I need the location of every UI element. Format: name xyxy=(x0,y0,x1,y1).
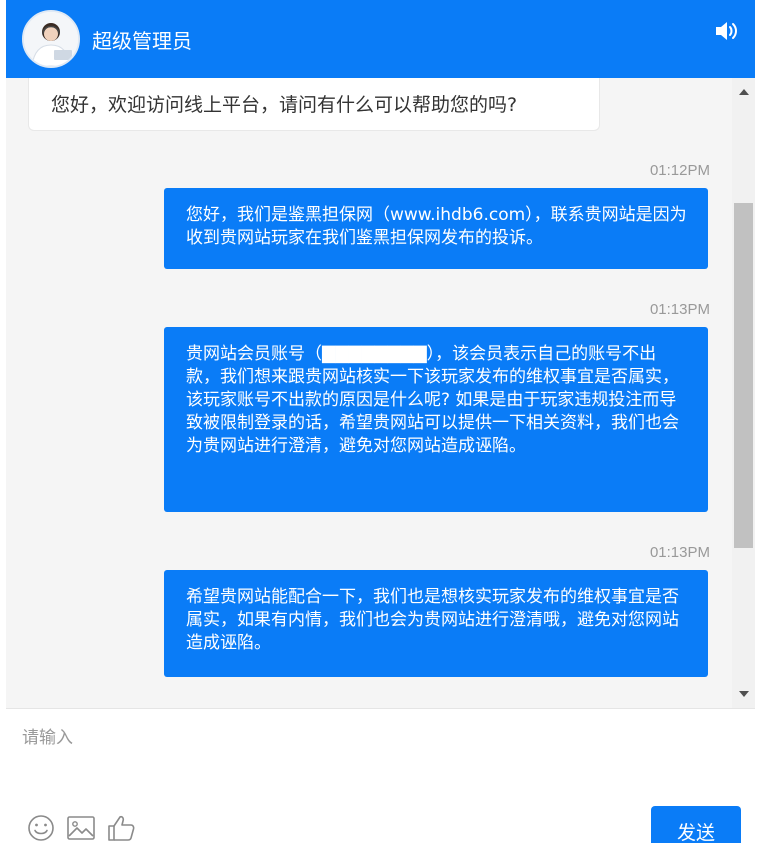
user-message-text: 希望贵网站能配合一下，我们也是想核实玩家发布的维权事宜是否属实，如果有内情，我们… xyxy=(186,587,679,653)
user-message: 贵网站会员账号（▇▇▇▇▇▇▇▇），该会员表示自己的账号不出款，我们想来跟贵网站… xyxy=(164,327,708,512)
window-right-edge xyxy=(755,0,766,843)
image-icon[interactable] xyxy=(66,813,96,843)
message-list[interactable]: 您好，欢迎访问线上平台，请问有什么可以帮助您的吗? 01:12PM 您好，我们是… xyxy=(6,78,755,708)
user-message: 您好，我们是鉴黑担保网（www.ihdb6.com），联系贵网站是因为收到贵网站… xyxy=(164,188,708,269)
emoji-icon[interactable] xyxy=(26,813,56,843)
chat-scrollbar[interactable] xyxy=(732,78,755,708)
speaker-icon[interactable] xyxy=(713,18,739,44)
composer: 发送 xyxy=(6,709,755,843)
message-timestamp: 01:13PM xyxy=(649,544,710,561)
scrollbar-thumb[interactable] xyxy=(734,203,753,548)
thumbs-up-icon[interactable] xyxy=(106,813,136,843)
send-button[interactable]: 发送 xyxy=(651,806,741,843)
message-timestamp: 01:13PM xyxy=(649,301,710,318)
agent-message-text: 您好，欢迎访问线上平台，请问有什么可以帮助您的吗? xyxy=(51,94,518,116)
agent-avatar xyxy=(22,10,80,68)
agent-name: 超级管理员 xyxy=(92,28,192,53)
chat-header: 超级管理员 xyxy=(6,0,755,78)
user-message: 希望贵网站能配合一下，我们也是想核实玩家发布的维权事宜是否属实，如果有内情，我们… xyxy=(164,570,708,677)
scroll-down-arrow-icon[interactable] xyxy=(732,684,755,704)
message-timestamp: 01:12PM xyxy=(649,162,710,179)
user-message-text: 贵网站会员账号（▇▇▇▇▇▇▇▇），该会员表示自己的账号不出款，我们想来跟贵网站… xyxy=(186,344,679,456)
scroll-up-arrow-icon[interactable] xyxy=(732,82,755,102)
agent-message: 您好，欢迎访问线上平台，请问有什么可以帮助您的吗? xyxy=(28,78,600,131)
agent-avatar-icon xyxy=(24,12,78,66)
message-input[interactable] xyxy=(6,709,755,794)
user-message-text: 您好，我们是鉴黑担保网（www.ihdb6.com），联系贵网站是因为收到贵网站… xyxy=(186,205,687,248)
